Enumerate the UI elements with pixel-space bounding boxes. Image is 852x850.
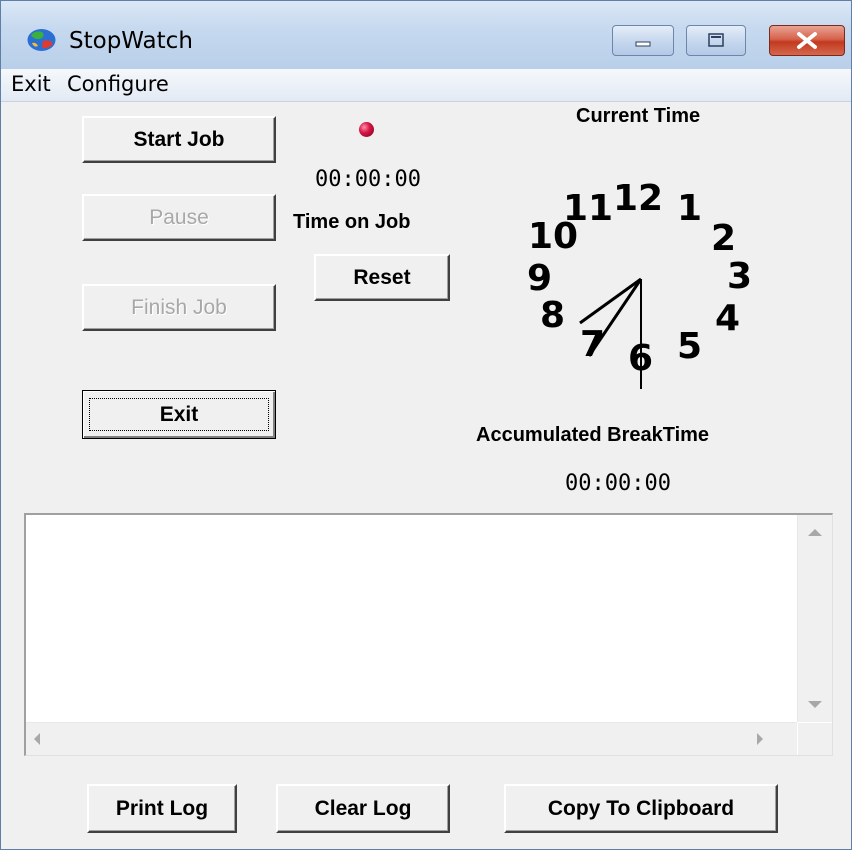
close-button[interactable] xyxy=(769,25,845,56)
close-icon xyxy=(797,32,817,49)
clock-numeral-1: 1 xyxy=(677,188,703,229)
menu-bar: Exit Configure xyxy=(1,69,851,102)
current-time-label: Current Time xyxy=(576,105,701,127)
clock-numeral-9: 9 xyxy=(527,258,553,299)
globe-app-icon xyxy=(27,29,56,51)
clear-log-button[interactable]: Clear Log xyxy=(276,784,450,833)
clock-numeral-11: 11 xyxy=(563,188,614,229)
finish-job-button[interactable]: Finish Job xyxy=(82,284,276,331)
clock-numeral-3: 3 xyxy=(727,256,753,297)
clock-hands xyxy=(579,277,643,389)
exit-button[interactable]: Exit xyxy=(82,390,276,439)
minute-hand xyxy=(587,278,643,357)
clock-numeral-4: 4 xyxy=(715,298,741,339)
print-log-button[interactable]: Print Log xyxy=(87,784,237,833)
vertical-scrollbar[interactable] xyxy=(797,515,832,722)
scroll-up-icon[interactable] xyxy=(808,529,822,536)
stopwatch-window: StopWatch Exit Configure Start Job Pause… xyxy=(0,0,852,850)
minimize-button[interactable] xyxy=(612,25,674,56)
reset-button[interactable]: Reset xyxy=(314,254,450,301)
job-time-display: 00:00:00 xyxy=(315,167,421,192)
start-job-button[interactable]: Start Job xyxy=(82,116,276,163)
title-bar[interactable]: StopWatch xyxy=(1,1,851,70)
break-time-label: Accumulated BreakTime xyxy=(476,424,710,446)
hour-hand xyxy=(579,277,642,325)
minimize-icon xyxy=(635,41,651,47)
status-indicator-led xyxy=(359,122,374,137)
break-time-display: 00:00:00 xyxy=(565,471,671,496)
menu-exit[interactable]: Exit xyxy=(11,72,51,96)
job-time-label: Time on Job xyxy=(293,211,411,233)
scroll-right-icon[interactable] xyxy=(757,733,763,745)
scroll-down-icon[interactable] xyxy=(808,701,822,708)
log-textarea[interactable] xyxy=(24,513,833,756)
exit-button-label: Exit xyxy=(89,398,269,431)
clock-numeral-5: 5 xyxy=(677,326,703,367)
maximize-icon xyxy=(708,33,724,47)
maximize-button[interactable] xyxy=(686,25,746,56)
window-title: StopWatch xyxy=(69,28,193,54)
clock-numeral-2: 2 xyxy=(711,218,737,259)
horizontal-scrollbar[interactable] xyxy=(26,722,797,755)
copy-to-clipboard-button[interactable]: Copy To Clipboard xyxy=(504,784,778,833)
scrollbar-corner xyxy=(798,723,832,755)
clock-numeral-12: 12 xyxy=(613,178,664,219)
scroll-left-icon[interactable] xyxy=(34,733,40,745)
pause-button[interactable]: Pause xyxy=(82,194,276,241)
menu-configure[interactable]: Configure xyxy=(67,72,169,96)
